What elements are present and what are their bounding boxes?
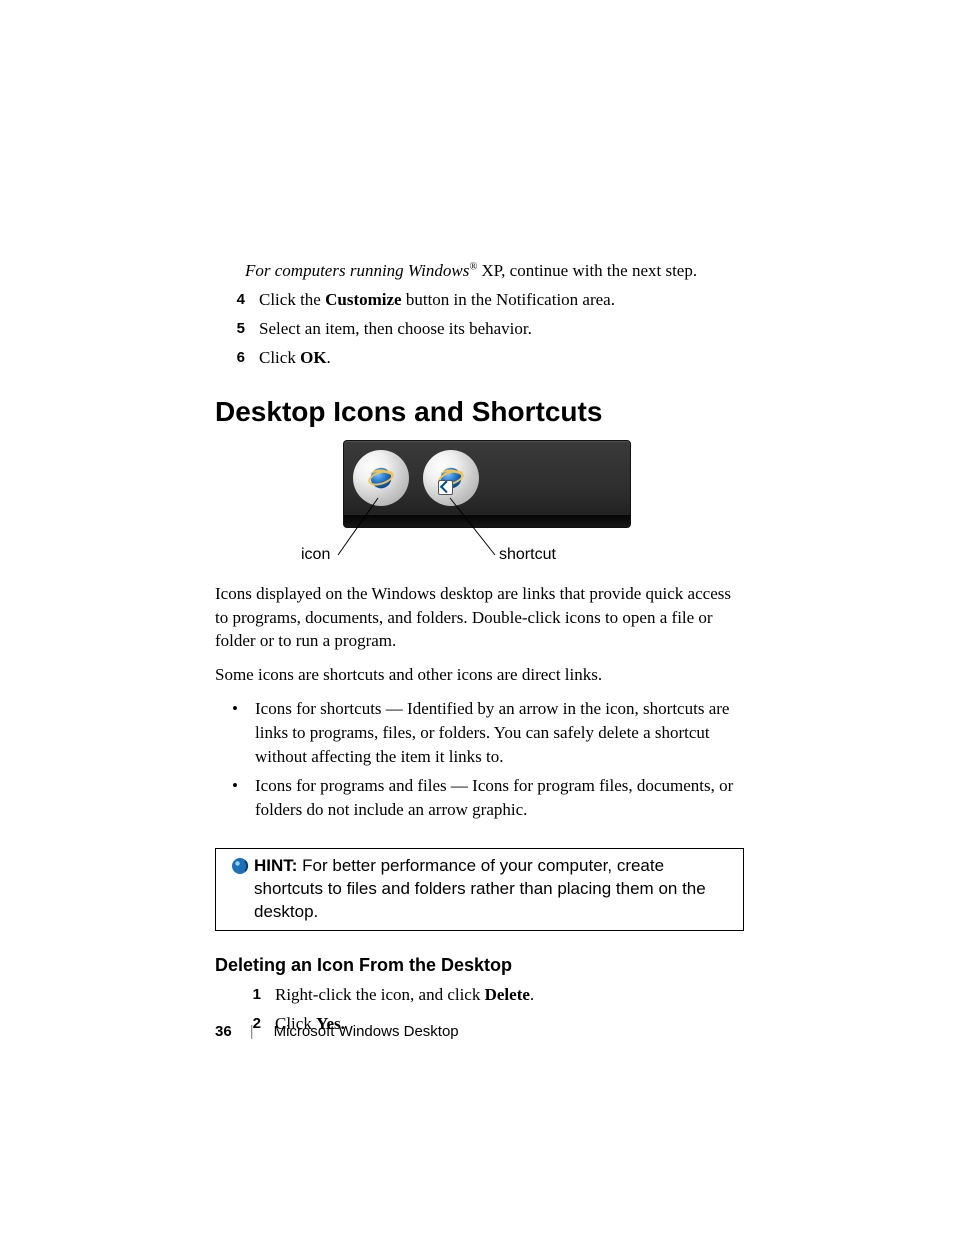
- step-number: 4: [215, 289, 259, 312]
- hint-label: HINT:: [254, 856, 297, 875]
- ie-icon: [366, 463, 396, 493]
- step-text: Click the Customize button in the Notifi…: [259, 289, 615, 312]
- footer-separator: |: [250, 1023, 254, 1040]
- body-paragraph-2: Some icons are shortcuts and other icons…: [215, 663, 744, 687]
- bullet-1: • Icons for shortcuts — Identified by an…: [215, 697, 744, 768]
- bullet-list: • Icons for shortcuts — Identified by an…: [215, 697, 744, 822]
- page-number: 36: [215, 1023, 232, 1040]
- bullet-2: • Icons for programs and files — Icons f…: [215, 774, 744, 822]
- bullet-text: Icons for programs and files — Icons for…: [255, 774, 744, 822]
- shortcut-arrow-overlay-icon: [438, 480, 453, 495]
- figure-taskbar-icons: icon shortcut: [215, 440, 744, 570]
- subsection-heading: Deleting an Icon From the Desktop: [215, 955, 744, 976]
- intro-italic: For computers running Windows: [245, 261, 469, 280]
- step-text: Select an item, then choose its behavior…: [259, 318, 532, 341]
- hint-body: For better performance of your computer,…: [254, 856, 706, 921]
- bullet-text: Icons for shortcuts — Identified by an a…: [255, 697, 744, 768]
- figure-label-shortcut: shortcut: [499, 546, 556, 564]
- del-step-1: 1 Right-click the icon, and click Delete…: [215, 984, 744, 1007]
- bullet-marker: •: [215, 697, 255, 768]
- step-6: 6 Click OK.: [215, 347, 744, 370]
- icon-bubble: [353, 450, 409, 506]
- intro-line: For computers running Windows® XP, conti…: [245, 260, 744, 283]
- doc-page: For computers running Windows® XP, conti…: [0, 0, 954, 1235]
- step-text: Click OK.: [259, 347, 331, 370]
- bullet-marker: •: [215, 774, 255, 822]
- body-paragraph-1: Icons displayed on the Windows desktop a…: [215, 582, 744, 653]
- hint-icon: [226, 855, 254, 924]
- registered-symbol: ®: [469, 261, 477, 272]
- taskbar-bottom-strip: [344, 514, 630, 527]
- shortcut-bubble: [423, 450, 479, 506]
- section-heading: Desktop Icons and Shortcuts: [215, 396, 744, 428]
- ie-icon: [436, 463, 466, 493]
- hint-text: HINT: For better performance of your com…: [254, 855, 733, 924]
- footer-title: Microsoft Windows Desktop: [274, 1023, 459, 1040]
- step-number: 6: [215, 347, 259, 370]
- page-footer: 36 | Microsoft Windows Desktop: [215, 1023, 459, 1040]
- top-ordered-steps: 4 Click the Customize button in the Noti…: [215, 289, 744, 370]
- step-number: 1: [215, 984, 275, 1007]
- step-5: 5 Select an item, then choose its behavi…: [215, 318, 744, 341]
- hint-box: HINT: For better performance of your com…: [215, 848, 744, 931]
- intro-suffix: XP, continue with the next step.: [477, 261, 697, 280]
- step-4: 4 Click the Customize button in the Noti…: [215, 289, 744, 312]
- step-text: Right-click the icon, and click Delete.: [275, 984, 534, 1007]
- step-number: 5: [215, 318, 259, 341]
- figure-label-icon: icon: [301, 546, 330, 564]
